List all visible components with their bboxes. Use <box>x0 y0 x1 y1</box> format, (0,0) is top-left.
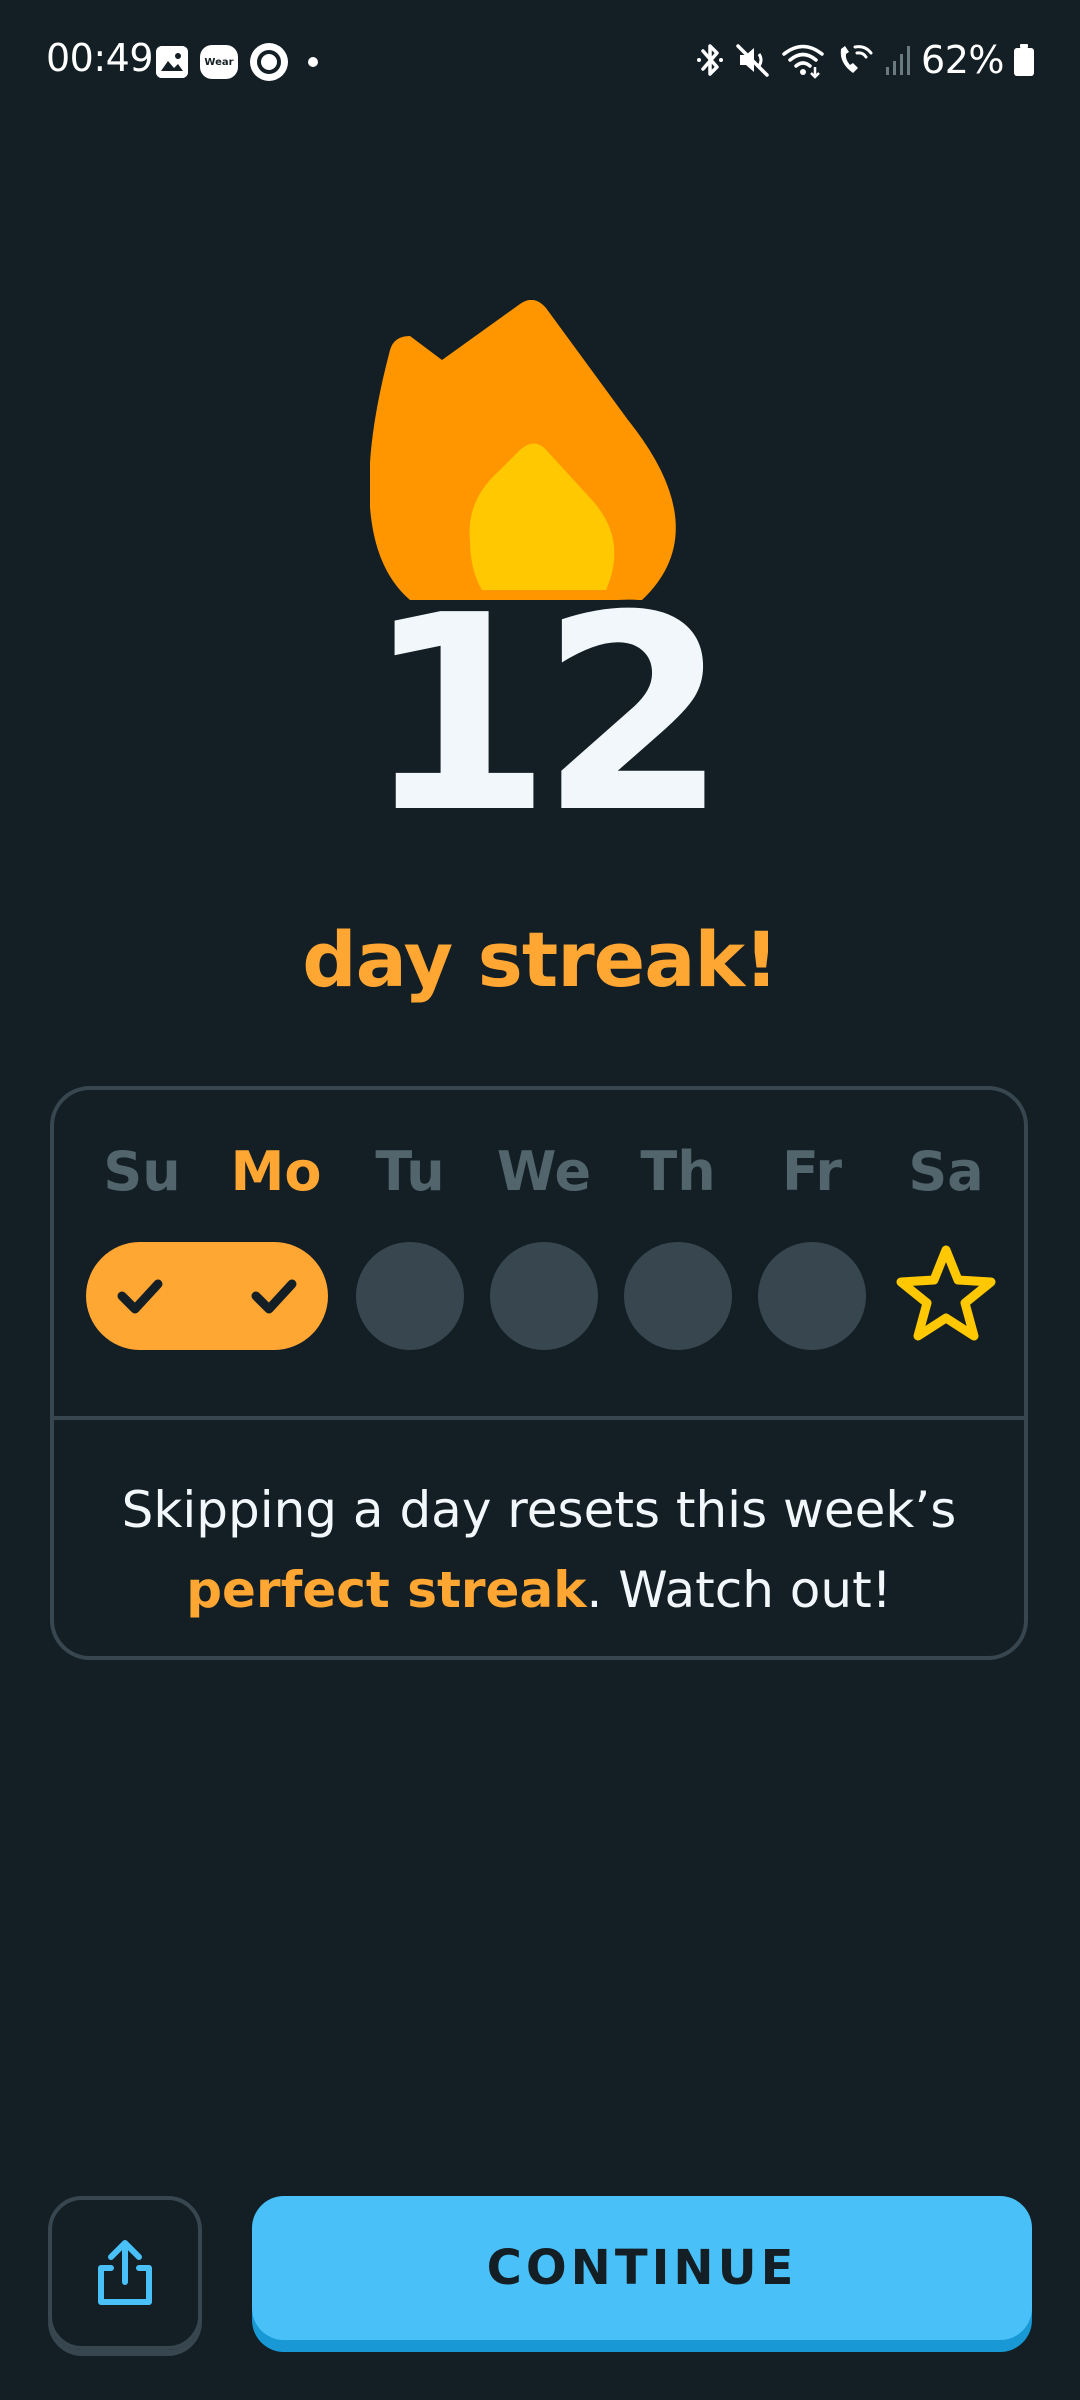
share-button[interactable] <box>48 2196 202 2350</box>
warning-highlight: perfect streak <box>186 1561 587 1619</box>
wear-icon: Wear <box>200 45 238 79</box>
wifi-icon <box>782 44 824 79</box>
completed-days-pill <box>86 1242 328 1350</box>
streak-warning: Skipping a day resets this week’s perfec… <box>54 1470 1024 1630</box>
system-icons: 62% <box>695 38 1034 82</box>
wifi-calling-icon <box>840 45 873 73</box>
notification-icons: Wear <box>156 42 318 82</box>
mute-icon <box>736 44 769 77</box>
battery-percent: 62% <box>921 38 1004 82</box>
bluetooth-icon <box>697 44 724 76</box>
day-circle-th <box>624 1242 732 1350</box>
dot-icon <box>308 57 318 67</box>
day-label-tu: Tu <box>375 1140 445 1203</box>
gallery-icon <box>156 46 188 78</box>
day-label-su: Su <box>103 1140 181 1203</box>
week-streak-card: Su Mo Tu We Th Fr Sa Skipping a day rese… <box>50 1086 1028 1660</box>
day-label-fr: Fr <box>781 1140 843 1203</box>
signal-icon <box>886 46 911 75</box>
streak-label: day streak! <box>302 915 778 1004</box>
day-label-sa: Sa <box>908 1140 984 1203</box>
status-bar: 00:49 Wear 62% <box>0 0 1080 122</box>
day-label-th: Th <box>640 1140 716 1203</box>
day-circle-we <box>490 1242 598 1350</box>
day-label-mo: Mo <box>230 1140 322 1203</box>
continue-button[interactable]: CONTINUE <box>252 2196 1032 2340</box>
streak-count: 12 <box>356 557 736 872</box>
check-icon <box>86 1242 194 1350</box>
star-icon <box>896 1245 996 1341</box>
day-circle-tu <box>356 1242 464 1350</box>
day-label-we: We <box>496 1140 592 1203</box>
day-circle-fr <box>758 1242 866 1350</box>
battery-icon <box>1014 44 1034 76</box>
share-icon <box>98 2240 152 2305</box>
ring-app-icon <box>250 43 288 81</box>
status-time: 00:49 <box>46 36 154 80</box>
check-icon <box>220 1242 328 1350</box>
card-divider <box>50 1416 1028 1420</box>
day-marks <box>54 1242 1024 1352</box>
warning-prefix: Skipping a day resets this week’s <box>121 1481 957 1539</box>
warning-suffix: . Watch out! <box>586 1561 892 1619</box>
